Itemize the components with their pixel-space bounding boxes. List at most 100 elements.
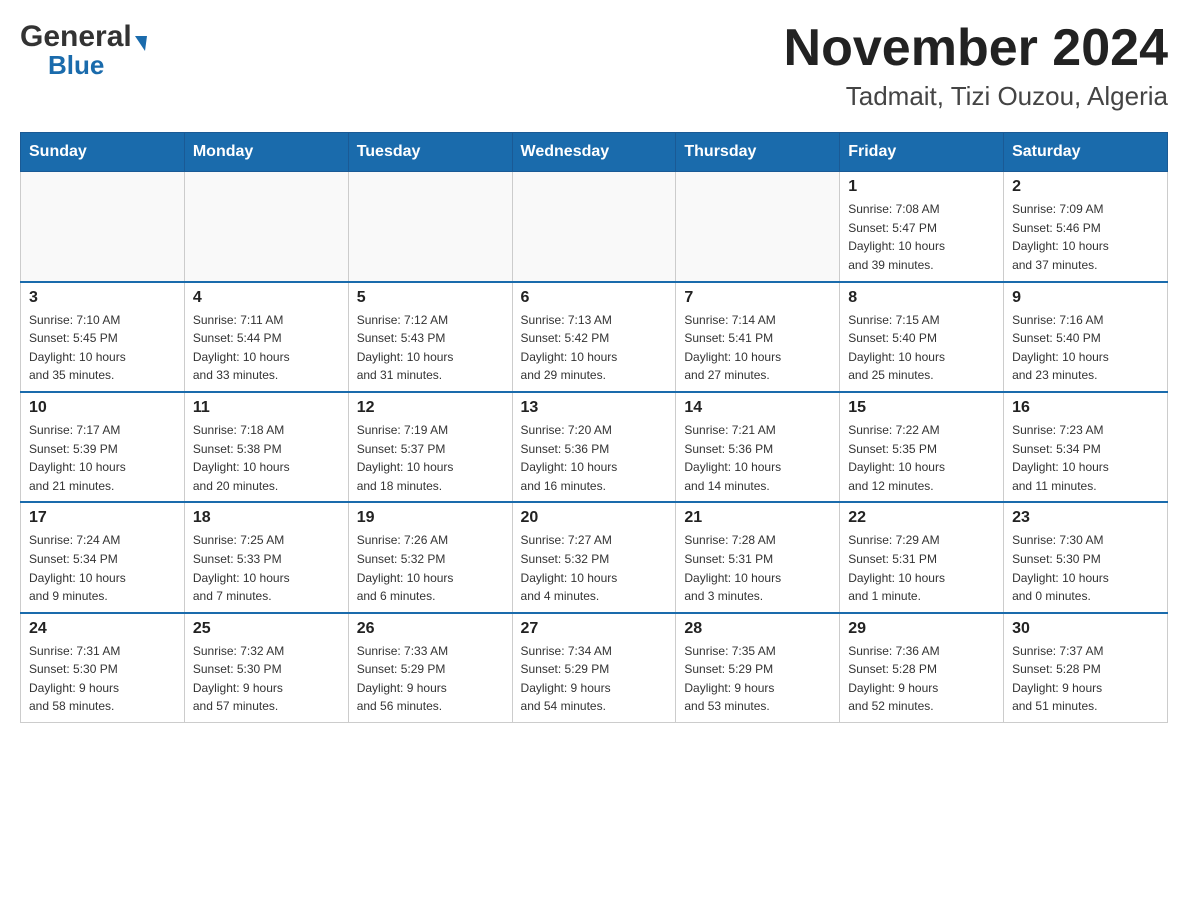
calendar-day: 30 Sunrise: 7:37 AM Sunset: 5:28 PM Dayli… — [1004, 613, 1168, 723]
calendar-day: 14 Sunrise: 7:21 AM Sunset: 5:36 PM Dayli… — [676, 392, 840, 502]
calendar-day: 18 Sunrise: 7:25 AM Sunset: 5:33 PM Dayli… — [184, 502, 348, 612]
calendar-day: 9 Sunrise: 7:16 AM Sunset: 5:40 PM Daylig… — [1004, 282, 1168, 392]
day-number: 8 — [848, 289, 995, 307]
day-number: 6 — [521, 289, 668, 307]
day-number: 13 — [521, 399, 668, 417]
calendar-subtitle: Tadmait, Tizi Ouzou, Algeria — [784, 81, 1168, 112]
day-number: 14 — [684, 399, 831, 417]
day-info: Sunrise: 7:09 AM Sunset: 5:46 PM Dayligh… — [1012, 200, 1159, 274]
day-info: Sunrise: 7:12 AM Sunset: 5:43 PM Dayligh… — [357, 311, 504, 385]
day-number: 22 — [848, 509, 995, 527]
calendar-day: 28 Sunrise: 7:35 AM Sunset: 5:29 PM Dayli… — [676, 613, 840, 723]
day-number: 21 — [684, 509, 831, 527]
day-info: Sunrise: 7:15 AM Sunset: 5:40 PM Dayligh… — [848, 311, 995, 385]
calendar-day: 19 Sunrise: 7:26 AM Sunset: 5:32 PM Dayli… — [348, 502, 512, 612]
day-number: 17 — [29, 509, 176, 527]
calendar-week-row: 17 Sunrise: 7:24 AM Sunset: 5:34 PM Dayli… — [21, 502, 1168, 612]
calendar-day: 22 Sunrise: 7:29 AM Sunset: 5:31 PM Dayli… — [840, 502, 1004, 612]
day-number: 20 — [521, 509, 668, 527]
day-number: 15 — [848, 399, 995, 417]
day-info: Sunrise: 7:25 AM Sunset: 5:33 PM Dayligh… — [193, 531, 340, 605]
day-info: Sunrise: 7:19 AM Sunset: 5:37 PM Dayligh… — [357, 421, 504, 495]
calendar-table: SundayMondayTuesdayWednesdayThursdayFrid… — [20, 132, 1168, 723]
day-info: Sunrise: 7:28 AM Sunset: 5:31 PM Dayligh… — [684, 531, 831, 605]
day-info: Sunrise: 7:33 AM Sunset: 5:29 PM Dayligh… — [357, 642, 504, 716]
calendar-day: 7Sunrise: 7:14 AM Sunset: 5:41 PM Daylig… — [676, 282, 840, 392]
day-info: Sunrise: 7:35 AM Sunset: 5:29 PM Dayligh… — [684, 642, 831, 716]
page-header: General Blue November 2024 Tadmait, Tizi… — [20, 20, 1168, 112]
day-number: 4 — [193, 289, 340, 307]
calendar-day: 11 Sunrise: 7:18 AM Sunset: 5:38 PM Dayli… — [184, 392, 348, 502]
calendar-day: 16 Sunrise: 7:23 AM Sunset: 5:34 PM Dayli… — [1004, 392, 1168, 502]
day-info: Sunrise: 7:29 AM Sunset: 5:31 PM Dayligh… — [848, 531, 995, 605]
weekday-header-row: SundayMondayTuesdayWednesdayThursdayFrid… — [21, 133, 1168, 172]
calendar-day: 13 Sunrise: 7:20 AM Sunset: 5:36 PM Dayli… — [512, 392, 676, 502]
calendar-day: 12 Sunrise: 7:19 AM Sunset: 5:37 PM Dayli… — [348, 392, 512, 502]
calendar-day: 10 Sunrise: 7:17 AM Sunset: 5:39 PM Dayli… — [21, 392, 185, 502]
calendar-title: November 2024 — [784, 20, 1168, 77]
day-number: 2 — [1012, 178, 1159, 196]
day-number: 3 — [29, 289, 176, 307]
calendar-day — [348, 172, 512, 282]
calendar-day: 24Sunrise: 7:31 AM Sunset: 5:30 PM Dayli… — [21, 613, 185, 723]
day-number: 11 — [193, 399, 340, 417]
day-info: Sunrise: 7:13 AM Sunset: 5:42 PM Dayligh… — [521, 311, 668, 385]
day-number: 18 — [193, 509, 340, 527]
calendar-day: 29 Sunrise: 7:36 AM Sunset: 5:28 PM Dayli… — [840, 613, 1004, 723]
day-info: Sunrise: 7:10 AM Sunset: 5:45 PM Dayligh… — [29, 311, 176, 385]
day-number: 5 — [357, 289, 504, 307]
logo-blue: Blue — [48, 50, 104, 81]
day-info: Sunrise: 7:27 AM Sunset: 5:32 PM Dayligh… — [521, 531, 668, 605]
day-info: Sunrise: 7:08 AM Sunset: 5:47 PM Dayligh… — [848, 200, 995, 274]
day-info: Sunrise: 7:30 AM Sunset: 5:30 PM Dayligh… — [1012, 531, 1159, 605]
day-info: Sunrise: 7:17 AM Sunset: 5:39 PM Dayligh… — [29, 421, 176, 495]
day-info: Sunrise: 7:18 AM Sunset: 5:38 PM Dayligh… — [193, 421, 340, 495]
day-number: 29 — [848, 620, 995, 638]
day-number: 23 — [1012, 509, 1159, 527]
calendar-week-row: 24Sunrise: 7:31 AM Sunset: 5:30 PM Dayli… — [21, 613, 1168, 723]
calendar-day — [512, 172, 676, 282]
calendar-day: 15 Sunrise: 7:22 AM Sunset: 5:35 PM Dayli… — [840, 392, 1004, 502]
day-number: 30 — [1012, 620, 1159, 638]
day-info: Sunrise: 7:21 AM Sunset: 5:36 PM Dayligh… — [684, 421, 831, 495]
day-number: 16 — [1012, 399, 1159, 417]
weekday-header-friday: Friday — [840, 133, 1004, 172]
calendar-day: 17 Sunrise: 7:24 AM Sunset: 5:34 PM Dayli… — [21, 502, 185, 612]
day-info: Sunrise: 7:22 AM Sunset: 5:35 PM Dayligh… — [848, 421, 995, 495]
day-number: 9 — [1012, 289, 1159, 307]
day-number: 7 — [684, 289, 831, 307]
day-info: Sunrise: 7:37 AM Sunset: 5:28 PM Dayligh… — [1012, 642, 1159, 716]
weekday-header-saturday: Saturday — [1004, 133, 1168, 172]
day-info: Sunrise: 7:34 AM Sunset: 5:29 PM Dayligh… — [521, 642, 668, 716]
title-section: November 2024 Tadmait, Tizi Ouzou, Alger… — [784, 20, 1168, 112]
day-info: Sunrise: 7:32 AM Sunset: 5:30 PM Dayligh… — [193, 642, 340, 716]
calendar-day: 20 Sunrise: 7:27 AM Sunset: 5:32 PM Dayli… — [512, 502, 676, 612]
calendar-day — [21, 172, 185, 282]
day-info: Sunrise: 7:36 AM Sunset: 5:28 PM Dayligh… — [848, 642, 995, 716]
day-number: 12 — [357, 399, 504, 417]
logo-triangle-icon — [135, 36, 147, 51]
calendar-day: 26Sunrise: 7:33 AM Sunset: 5:29 PM Dayli… — [348, 613, 512, 723]
weekday-header-wednesday: Wednesday — [512, 133, 676, 172]
logo: General Blue — [20, 20, 147, 81]
day-info: Sunrise: 7:23 AM Sunset: 5:34 PM Dayligh… — [1012, 421, 1159, 495]
calendar-week-row: 10 Sunrise: 7:17 AM Sunset: 5:39 PM Dayli… — [21, 392, 1168, 502]
calendar-day: 27Sunrise: 7:34 AM Sunset: 5:29 PM Dayli… — [512, 613, 676, 723]
day-info: Sunrise: 7:11 AM Sunset: 5:44 PM Dayligh… — [193, 311, 340, 385]
day-number: 24 — [29, 620, 176, 638]
day-number: 28 — [684, 620, 831, 638]
day-number: 19 — [357, 509, 504, 527]
day-number: 10 — [29, 399, 176, 417]
day-number: 1 — [848, 178, 995, 196]
day-info: Sunrise: 7:16 AM Sunset: 5:40 PM Dayligh… — [1012, 311, 1159, 385]
calendar-day: 23 Sunrise: 7:30 AM Sunset: 5:30 PM Dayli… — [1004, 502, 1168, 612]
calendar-day: 25 Sunrise: 7:32 AM Sunset: 5:30 PM Dayli… — [184, 613, 348, 723]
day-info: Sunrise: 7:24 AM Sunset: 5:34 PM Dayligh… — [29, 531, 176, 605]
calendar-day — [676, 172, 840, 282]
weekday-header-thursday: Thursday — [676, 133, 840, 172]
weekday-header-sunday: Sunday — [21, 133, 185, 172]
calendar-day — [184, 172, 348, 282]
day-info: Sunrise: 7:26 AM Sunset: 5:32 PM Dayligh… — [357, 531, 504, 605]
day-info: Sunrise: 7:20 AM Sunset: 5:36 PM Dayligh… — [521, 421, 668, 495]
day-number: 25 — [193, 620, 340, 638]
